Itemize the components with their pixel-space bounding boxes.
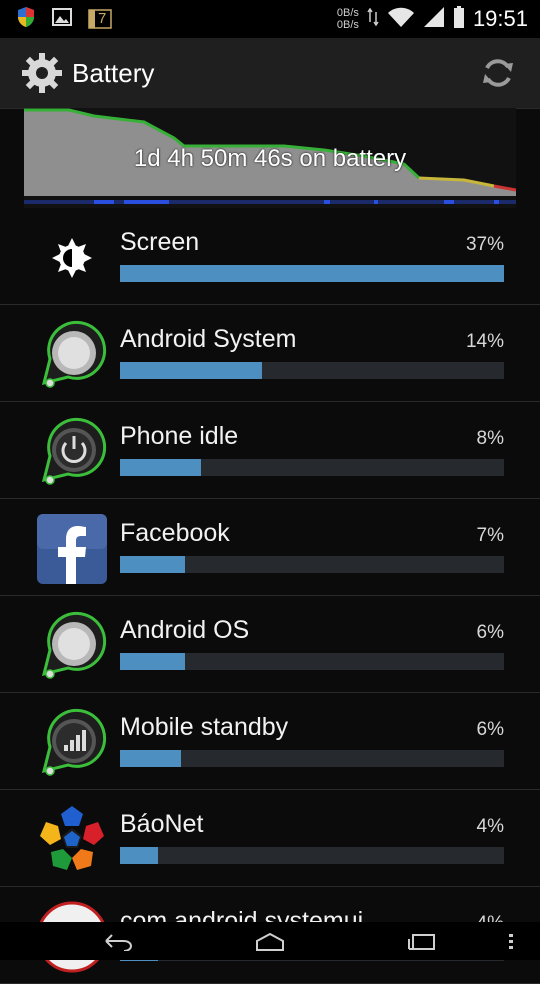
navigation-bar (0, 922, 540, 960)
item-name: Facebook (120, 519, 230, 547)
usage-bar (120, 265, 504, 282)
facebook-icon (36, 513, 108, 585)
item-name: Mobile standby (120, 713, 289, 741)
usage-bar-fill (120, 847, 159, 864)
upload-speed: 0B/s (336, 7, 359, 19)
recents-icon[interactable] (406, 933, 436, 956)
list-item[interactable]: Android OS 6% (0, 596, 540, 693)
item-percent: 14% (465, 331, 504, 352)
item-percent: 6% (476, 719, 504, 740)
item-percent: 6% (476, 622, 504, 643)
usage-bar (120, 653, 504, 670)
action-bar: Battery (0, 38, 540, 109)
notification-badge: 7 (98, 10, 107, 27)
shield-icon (16, 6, 36, 33)
item-name: Phone idle (120, 422, 239, 450)
status-bar: 7 0B/s 0B/s 19:51 (0, 0, 540, 38)
page-title: Battery (72, 57, 155, 88)
list-item[interactable]: Android System 14% (0, 305, 540, 402)
brightness-icon (36, 222, 108, 294)
item-percent: 8% (476, 428, 504, 449)
battery-icon (453, 5, 465, 33)
image-icon (52, 7, 72, 31)
list-item[interactable]: BáoNet 4% (0, 790, 540, 887)
usage-bar (120, 459, 504, 476)
download-speed: 0B/s (336, 19, 359, 31)
item-percent: 4% (476, 816, 504, 837)
gear-icon[interactable] (20, 51, 64, 95)
usage-bar (120, 362, 504, 379)
network-speed: 0B/s 0B/s (337, 7, 359, 31)
list-item[interactable]: Screen 37% (0, 208, 540, 305)
list-item[interactable]: Facebook 7% (0, 499, 540, 596)
usage-bar-fill (120, 459, 201, 476)
refresh-icon[interactable] (478, 53, 518, 93)
usage-bar-fill (120, 556, 186, 573)
android-system-icon (36, 319, 108, 391)
list-item[interactable]: Mobile standby 6% (0, 693, 540, 790)
power-icon (36, 416, 108, 488)
usage-bar (120, 556, 504, 573)
usage-list: Screen 37% Android System 14% Phone idle… (0, 208, 540, 984)
wifi-icon (387, 6, 415, 33)
cell-standby-icon (36, 707, 108, 779)
battery-duration: 1d 4h 50m 46s on battery (133, 145, 407, 172)
baonet-icon (36, 804, 108, 876)
usage-bar (120, 847, 504, 864)
item-name: Screen (120, 228, 200, 256)
item-name: Android OS (120, 616, 250, 644)
usage-bar-fill (120, 750, 182, 767)
calendar-icon: 7 (88, 9, 112, 29)
item-percent: 37% (465, 234, 504, 255)
item-percent: 7% (476, 525, 504, 546)
home-icon[interactable] (255, 932, 285, 956)
clock: 19:51 (472, 6, 528, 31)
usage-bar (120, 750, 504, 767)
usage-bar-fill (120, 265, 504, 282)
menu-icon[interactable] (508, 933, 514, 956)
usage-bar-fill (120, 653, 186, 670)
android-os-icon (36, 610, 108, 682)
item-name: Android System (120, 325, 297, 353)
usage-bar-fill (120, 362, 263, 379)
data-arrows-icon (367, 7, 379, 31)
item-name: BáoNet (120, 810, 204, 838)
back-icon[interactable] (104, 931, 134, 956)
signal-icon (423, 6, 445, 33)
list-item[interactable]: Phone idle 8% (0, 402, 540, 499)
battery-graph[interactable]: 1d 4h 50m 46s on battery (24, 108, 517, 208)
